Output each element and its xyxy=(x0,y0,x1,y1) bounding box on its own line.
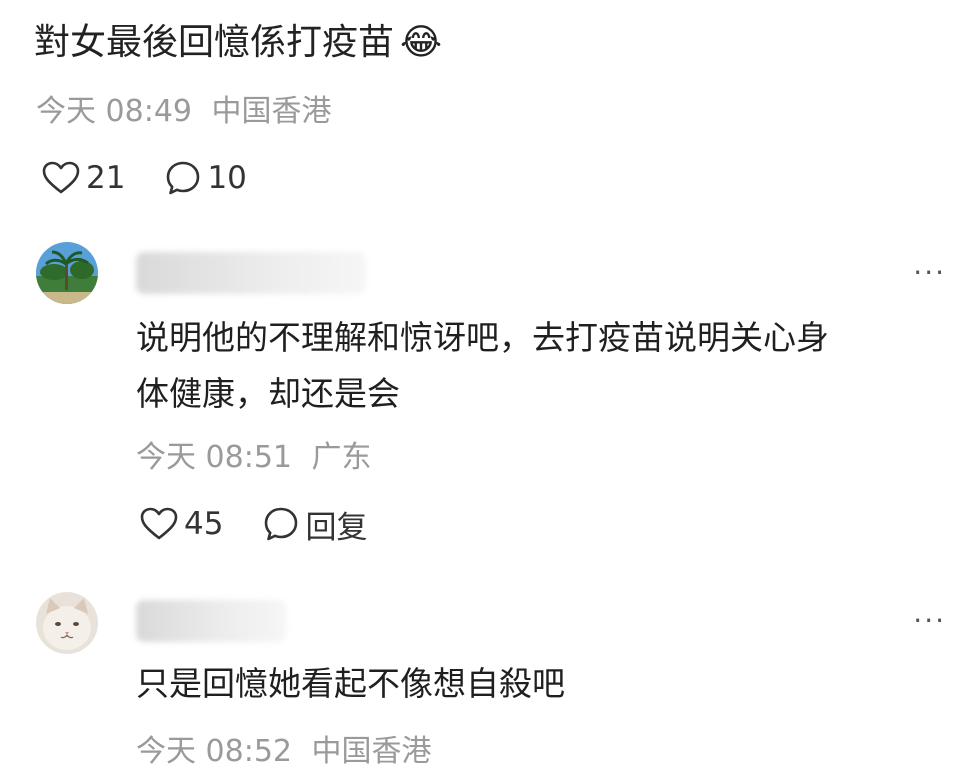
heart-icon xyxy=(140,507,178,540)
comment-text-line: 体健康，却还是会 xyxy=(136,374,400,413)
post-meta: 今天 08:49 中国香港 xyxy=(36,92,332,132)
comment-icon xyxy=(167,161,200,195)
comment-text: 只是回憶她看起不像想自殺吧 xyxy=(136,656,936,712)
comment-meta: 今天 08:51 广东 xyxy=(136,438,372,478)
comment-location: 广东 xyxy=(311,440,372,475)
comment-location: 中国香港 xyxy=(311,734,432,769)
more-options-button[interactable]: ··· xyxy=(913,604,946,637)
commenter-name-redacted[interactable] xyxy=(136,600,286,642)
avatar[interactable] xyxy=(36,242,98,304)
post-like-count: 21 xyxy=(86,160,126,196)
comment-text: 说明他的不理解和惊讶吧，去打疫苗说明关心身 体健康，却还是会 xyxy=(136,310,936,422)
comment-like-button[interactable]: 45 xyxy=(140,506,223,542)
comment-time: 今天 08:52 xyxy=(136,734,292,769)
comment-icon xyxy=(265,507,298,541)
avatar-cat-image xyxy=(36,592,98,654)
post-time: 今天 08:49 xyxy=(36,94,192,129)
reply-label: 回复 xyxy=(305,509,368,546)
commenter-name-redacted[interactable] xyxy=(136,252,366,294)
comment-time: 今天 08:51 xyxy=(136,440,292,475)
heart-icon xyxy=(42,161,80,194)
post-like-button[interactable]: 21 xyxy=(42,160,125,196)
post-actions: 21 10 xyxy=(42,156,287,200)
post-text: 對女最後回憶係打疫苗 xyxy=(34,22,395,63)
reply-button[interactable]: 回复 xyxy=(263,502,367,547)
post-comment-count: 10 xyxy=(207,160,247,196)
comment-text-line: 只是回憶她看起不像想自殺吧 xyxy=(136,664,565,703)
avatar-palm-tree-image xyxy=(36,242,98,304)
post-comment-button[interactable]: 10 xyxy=(165,160,247,196)
more-options-button[interactable]: ··· xyxy=(913,256,946,289)
comment-text-line: 说明他的不理解和惊讶吧，去打疫苗说明关心身 xyxy=(136,318,829,357)
post-location: 中国香港 xyxy=(211,94,332,129)
comment-actions: 45 回复 xyxy=(140,502,407,546)
post-text-row: 對女最後回憶係打疫苗 😂 xyxy=(34,18,444,68)
avatar[interactable] xyxy=(36,592,98,654)
crying-laughing-emoji-icon: 😂 xyxy=(400,22,443,63)
comment-like-count: 45 xyxy=(184,506,224,542)
comment-meta: 今天 08:52 中国香港 xyxy=(136,732,432,772)
